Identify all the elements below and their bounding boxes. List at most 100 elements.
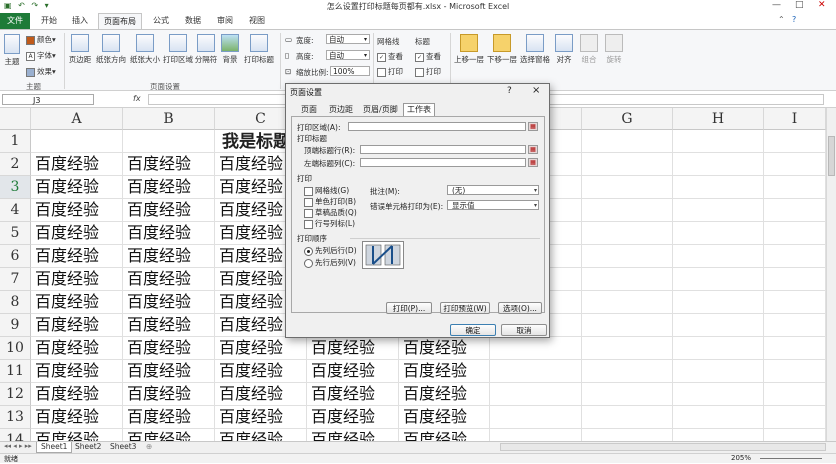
cell-i5[interactable]	[764, 222, 826, 245]
cell-e10[interactable]: 百度经验	[399, 337, 490, 360]
theme-effects-button[interactable]: 效果▾	[26, 66, 56, 77]
gridlines-view-checkbox[interactable]: ✓ 查看	[377, 51, 403, 62]
cell-a6[interactable]: 百度经验	[31, 245, 123, 268]
cell-g12[interactable]	[582, 383, 673, 406]
cell-a1[interactable]	[31, 130, 123, 153]
cell-i12[interactable]	[764, 383, 826, 406]
cell-c11[interactable]: 百度经验	[215, 360, 307, 383]
cell-i10[interactable]	[764, 337, 826, 360]
cell-h12[interactable]	[673, 383, 764, 406]
cell-b4[interactable]: 百度经验	[123, 199, 215, 222]
zoom-level[interactable]: 205%	[731, 454, 751, 462]
align-button[interactable]: 对齐	[553, 34, 575, 65]
cell-h13[interactable]	[673, 406, 764, 429]
options-button[interactable]: 选项(O)...	[498, 302, 542, 314]
column-header-i[interactable]: I	[764, 108, 826, 130]
rows-to-repeat-ref-icon[interactable]: ▦	[528, 145, 538, 154]
tab-view[interactable]: 视图	[249, 15, 265, 26]
cell-b3[interactable]: 百度经验	[123, 176, 215, 199]
cell-e11[interactable]: 百度经验	[399, 360, 490, 383]
row-header-9[interactable]: 9	[0, 314, 31, 337]
rows-to-repeat-input[interactable]	[360, 145, 526, 154]
cell-f13[interactable]	[490, 406, 582, 429]
cell-a12[interactable]: 百度经验	[31, 383, 123, 406]
breaks-button[interactable]: 分隔符	[193, 34, 219, 65]
print-area-input[interactable]	[348, 122, 526, 131]
cell-c12[interactable]: 百度经验	[215, 383, 307, 406]
cell-i3[interactable]	[764, 176, 826, 199]
orientation-button[interactable]: 纸张方向	[94, 34, 128, 65]
cell-h10[interactable]	[673, 337, 764, 360]
cell-e14[interactable]: 百度经验	[399, 429, 490, 441]
tab-file[interactable]: 文件	[0, 13, 30, 29]
cell-b1[interactable]	[123, 130, 215, 153]
cell-f11[interactable]	[490, 360, 582, 383]
column-header-h[interactable]: H	[673, 108, 764, 130]
dialog-tab-header-footer[interactable]: 页眉/页脚	[360, 104, 401, 115]
cell-c13[interactable]: 百度经验	[215, 406, 307, 429]
cell-g6[interactable]	[582, 245, 673, 268]
paper-size-button[interactable]: 纸张大小	[128, 34, 162, 65]
cell-c10[interactable]: 百度经验	[215, 337, 307, 360]
cell-a5[interactable]: 百度经验	[31, 222, 123, 245]
tab-home[interactable]: 开始	[41, 15, 57, 26]
cell-errors-select[interactable]: 显示值 ▾	[447, 200, 539, 210]
over-then-down-radio[interactable]: 先行后列(V)	[304, 257, 356, 268]
insert-function-icon[interactable]: fx	[133, 94, 141, 103]
cell-f14[interactable]	[490, 429, 582, 441]
cell-b5[interactable]: 百度经验	[123, 222, 215, 245]
row-header-12[interactable]: 12	[0, 383, 31, 406]
theme-fonts-button[interactable]: A 字体▾	[26, 50, 56, 61]
row-header-1[interactable]: 1	[0, 130, 31, 153]
scale-percent-input[interactable]: 100%	[330, 66, 370, 76]
cell-b7[interactable]: 百度经验	[123, 268, 215, 291]
cell-g5[interactable]	[582, 222, 673, 245]
cell-h7[interactable]	[673, 268, 764, 291]
headings-print-checkbox[interactable]: 打印	[415, 66, 441, 77]
row-header-5[interactable]: 5	[0, 222, 31, 245]
cell-i13[interactable]	[764, 406, 826, 429]
cell-b9[interactable]: 百度经验	[123, 314, 215, 337]
gridlines-checkbox[interactable]: 网格线(G)	[304, 185, 349, 196]
tab-formulas[interactable]: 公式	[153, 15, 169, 26]
cell-d10[interactable]: 百度经验	[307, 337, 399, 360]
vertical-scrollbar[interactable]	[826, 108, 836, 441]
cell-g2[interactable]	[582, 153, 673, 176]
row-header-11[interactable]: 11	[0, 360, 31, 383]
ribbon-collapse-icon[interactable]: ⌃	[778, 15, 785, 24]
gridlines-print-checkbox[interactable]: 打印	[377, 66, 403, 77]
horizontal-scrollbar[interactable]	[500, 443, 826, 451]
send-backward-button[interactable]: 下移一层	[485, 34, 519, 65]
cell-i2[interactable]	[764, 153, 826, 176]
maximize-icon[interactable]: □	[795, 0, 804, 10]
cell-g8[interactable]	[582, 291, 673, 314]
draft-quality-checkbox[interactable]: 草稿品质(Q)	[304, 207, 357, 218]
tab-data[interactable]: 数据	[185, 15, 201, 26]
print-titles-button[interactable]: 打印标题	[242, 34, 276, 65]
sheet-tab-sheet2[interactable]: Sheet2	[71, 442, 105, 452]
cell-a14[interactable]: 百度经验	[31, 429, 123, 441]
dialog-tab-sheet[interactable]: 工作表	[403, 103, 435, 117]
print-area-button[interactable]: 打印区域	[161, 34, 195, 65]
cell-b13[interactable]: 百度经验	[123, 406, 215, 429]
row-header-3[interactable]: 3	[0, 176, 31, 199]
headings-view-checkbox[interactable]: ✓ 查看	[415, 51, 441, 62]
comments-select[interactable]: (无) ▾	[447, 185, 539, 195]
dialog-close-button[interactable]: ×	[532, 85, 540, 96]
down-then-over-radio[interactable]: 先列后行(D)	[304, 245, 357, 256]
cell-f10[interactable]	[490, 337, 582, 360]
help-icon[interactable]: ?	[792, 15, 796, 24]
cell-i9[interactable]	[764, 314, 826, 337]
black-white-checkbox[interactable]: 单色打印(B)	[304, 196, 356, 207]
cell-b12[interactable]: 百度经验	[123, 383, 215, 406]
column-header-b[interactable]: B	[123, 108, 215, 130]
row-header-7[interactable]: 7	[0, 268, 31, 291]
cell-d13[interactable]: 百度经验	[307, 406, 399, 429]
cell-b8[interactable]: 百度经验	[123, 291, 215, 314]
cell-h1[interactable]	[673, 130, 764, 153]
row-header-4[interactable]: 4	[0, 199, 31, 222]
cell-e12[interactable]: 百度经验	[399, 383, 490, 406]
theme-colors-button[interactable]: 颜色▾	[26, 34, 56, 45]
cell-h6[interactable]	[673, 245, 764, 268]
tab-page-layout[interactable]: 页面布局	[98, 13, 142, 30]
